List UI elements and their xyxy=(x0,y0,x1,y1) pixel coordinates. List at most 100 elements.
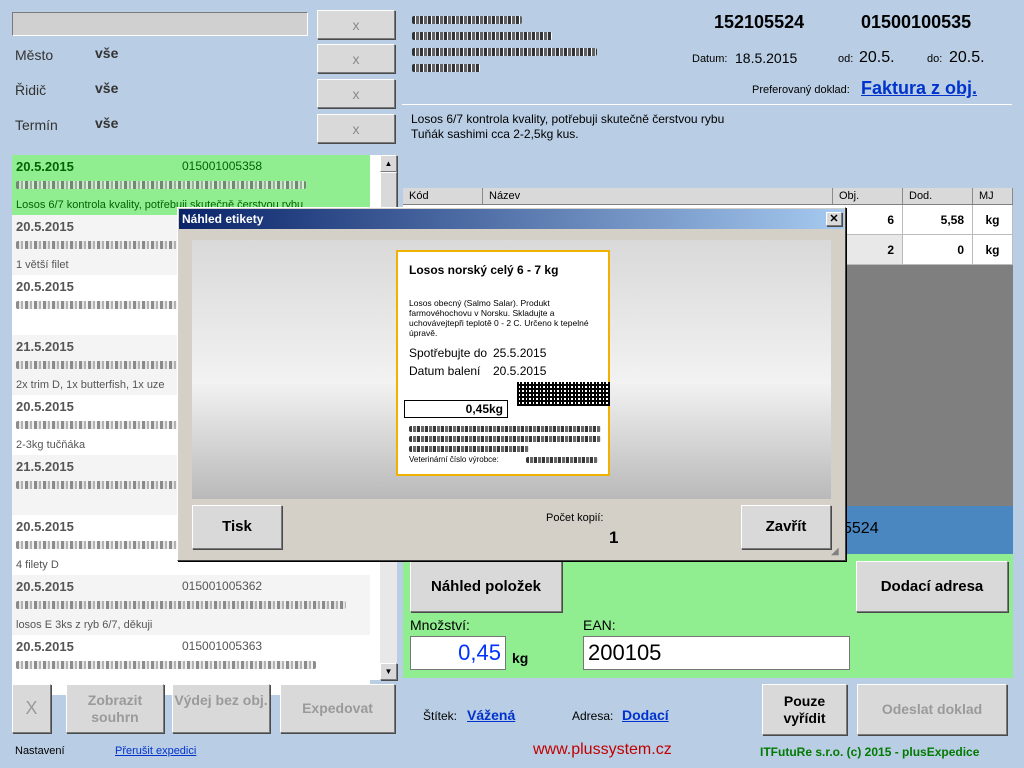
best-before-label: Spotřebujte do xyxy=(409,346,488,360)
list-item-date: 20.5.2015 xyxy=(16,399,74,414)
producer-redacted-1 xyxy=(409,426,601,432)
action-panel: Náhled položek Dodací adresa Množství: 0… xyxy=(403,554,1013,678)
label-card: Losos norský celý 6 - 7 kg Losos obecný … xyxy=(396,250,610,476)
website-text: www.plussystem.cz xyxy=(533,741,672,758)
list-item-note: 2-3kg tučňáka xyxy=(16,439,86,451)
copies-label: Počet kopií: xyxy=(546,512,604,524)
col-header-ordered[interactable]: Obj. xyxy=(833,188,903,204)
show-summary-button[interactable]: Zobrazit souhrn xyxy=(66,684,164,733)
order-number: 152105524 xyxy=(714,12,805,32)
quantity-label: Množství: xyxy=(410,617,470,633)
list-item-date: 20.5.2015 xyxy=(16,639,74,654)
ean-label: EAN: xyxy=(583,617,616,633)
list-item-date: 20.5.2015 xyxy=(16,279,74,294)
address-type-link[interactable]: Dodací xyxy=(622,707,669,723)
filter-value-city: vše xyxy=(95,45,119,61)
issue-without-order-button[interactable]: Výdej bez obj. xyxy=(172,684,270,733)
dispatch-button[interactable]: Expedovat xyxy=(280,684,395,733)
best-before-value: 25.5.2015 xyxy=(493,346,547,360)
cell-delivered: 5,58 xyxy=(903,205,973,235)
vet-number-redacted xyxy=(526,457,598,463)
label-preview-area: Losos norský celý 6 - 7 kg Losos obecný … xyxy=(192,240,831,499)
search-input[interactable] xyxy=(12,12,308,36)
cell-unit: kg xyxy=(973,235,1013,265)
copies-value[interactable]: 1 xyxy=(609,528,618,548)
filter-label-city: Město xyxy=(15,47,54,63)
clear-driver-button[interactable]: x xyxy=(317,79,395,108)
scroll-down-button[interactable]: ▼ xyxy=(380,663,397,680)
list-item-note: 4 filety D xyxy=(16,559,59,571)
clear-city-button[interactable]: x xyxy=(317,44,395,73)
preferred-doc-label: Preferovaný doklad: xyxy=(752,84,850,96)
list-item-customer-redacted xyxy=(16,661,316,669)
list-item-code: 015001005363 xyxy=(182,639,263,653)
dialog-close-button[interactable]: Zavřít xyxy=(741,505,831,549)
date-value: 18.5.2015 xyxy=(735,50,798,66)
datamatrix-barcode xyxy=(517,382,610,406)
list-item-date: 21.5.2015 xyxy=(16,339,74,354)
header-divider xyxy=(402,104,1012,105)
label-type-link[interactable]: Vážená xyxy=(467,707,515,723)
to-label: do: xyxy=(927,53,943,65)
customer-zip-redacted xyxy=(412,64,480,72)
col-header-unit[interactable]: MJ xyxy=(973,188,1013,204)
quantity-field[interactable]: 0,45 xyxy=(410,636,506,670)
from-label: od: xyxy=(838,53,854,65)
list-item-customer-redacted xyxy=(16,601,346,609)
label-description: Losos obecný (Salmo Salar). Produkt farm… xyxy=(409,298,589,338)
copyright-text: ITFutuRe s.r.o. (c) 2015 - plusExpedice xyxy=(760,745,980,759)
interrupt-dispatch-link[interactable]: Přerušit expedici xyxy=(115,745,196,757)
list-item-date: 20.5.2015 xyxy=(16,519,74,534)
scroll-up-button[interactable]: ▲ xyxy=(380,155,397,172)
col-header-name[interactable]: Název xyxy=(483,188,833,204)
resize-grip-icon[interactable]: ◢ xyxy=(831,546,839,557)
filter-label-driver: Řidič xyxy=(15,82,47,98)
list-item-note: 1 větší filet xyxy=(16,259,69,271)
list-item-note: losos E 3ks z ryb 6/7, děkuji xyxy=(16,619,153,631)
cell-unit: kg xyxy=(973,205,1013,235)
order-note-line1: Losos 6/7 kontrola kvality, potřebuji sk… xyxy=(411,112,725,126)
list-item-date: 20.5.2015 xyxy=(16,219,74,234)
list-item-date: 20.5.2015 xyxy=(16,159,74,174)
vet-number-label: Veterinární číslo výrobce: xyxy=(409,455,499,464)
date-label: Datum: xyxy=(692,53,728,65)
list-item-date: 20.5.2015 xyxy=(16,579,74,594)
from-value: 20.5. xyxy=(859,49,895,66)
packed-label: Datum balení xyxy=(409,364,481,378)
filter-value-driver: vše xyxy=(95,80,119,96)
customer-name-redacted xyxy=(412,16,522,24)
list-item[interactable]: 20.5.2015 015001005358 Losos 6/7 kontrola … xyxy=(12,155,370,215)
close-icon[interactable]: ✕ xyxy=(826,212,842,226)
quantity-unit: kg xyxy=(512,650,529,666)
label-title: Losos norský celý 6 - 7 kg xyxy=(409,263,559,277)
producer-redacted-3 xyxy=(409,446,529,452)
list-item-customer-redacted xyxy=(16,181,306,189)
cell-delivered: 0 xyxy=(903,235,973,265)
close-x-button[interactable]: X xyxy=(12,684,51,733)
settings-text[interactable]: Nastavení xyxy=(15,745,65,757)
clear-term-button[interactable]: x xyxy=(317,114,395,143)
col-header-delivered[interactable]: Dod. xyxy=(903,188,973,204)
barcode-strip-text: 5524 xyxy=(843,520,879,537)
customer-address-redacted xyxy=(412,32,552,40)
print-button[interactable]: Tisk xyxy=(192,505,282,549)
preview-items-button[interactable]: Náhled položek xyxy=(410,561,562,612)
dialog-titlebar[interactable]: Náhled etikety ✕ xyxy=(179,209,844,229)
col-header-code[interactable]: Kód xyxy=(403,188,483,204)
preferred-doc-link[interactable]: Faktura z obj. xyxy=(861,78,977,99)
ean-field[interactable]: 200105 xyxy=(583,636,850,670)
customer-city-redacted xyxy=(412,48,597,56)
label-preview-dialog: Náhled etikety ✕ Losos norský celý 6 - 7… xyxy=(177,207,846,561)
list-item-code: 015001005362 xyxy=(182,579,263,593)
list-item-note: 2x trim D, 1x butterfish, 1x uze xyxy=(16,379,165,391)
label-type-label: Štítek: xyxy=(423,709,458,723)
only-settle-button[interactable]: Pouze vyřídit xyxy=(762,684,847,735)
send-document-button[interactable]: Odeslat doklad xyxy=(857,684,1007,735)
producer-redacted-2 xyxy=(409,436,601,442)
delivery-address-button[interactable]: Dodací adresa xyxy=(856,561,1008,612)
clear-search-button[interactable]: x xyxy=(317,10,395,39)
to-value: 20.5. xyxy=(949,49,985,66)
list-item-date: 21.5.2015 xyxy=(16,459,74,474)
list-item[interactable]: 20.5.2015 015001005362 losos E 3ks z ryb 6… xyxy=(12,575,370,635)
dialog-title: Náhled etikety xyxy=(182,212,264,226)
